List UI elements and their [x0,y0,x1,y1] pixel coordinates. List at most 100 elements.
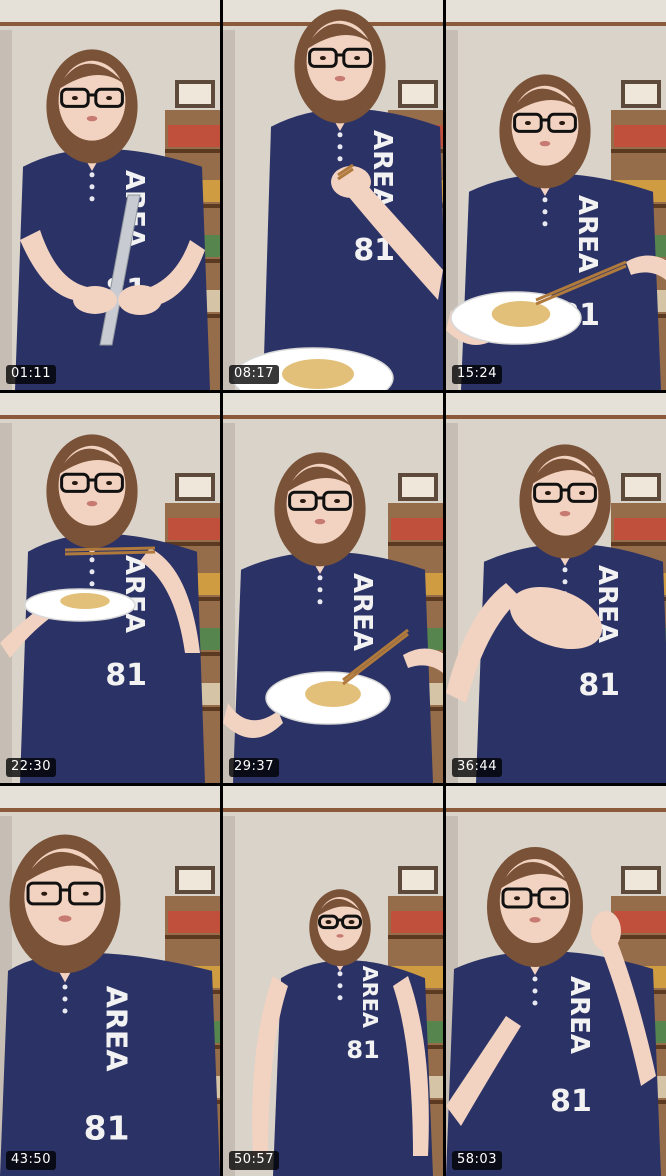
eye [550,896,556,901]
frame-image: AREA81 [223,786,443,1176]
eye [334,499,341,504]
door-frame [0,30,12,390]
shirt-button [317,575,323,581]
eye [71,481,78,486]
mouth [334,75,346,82]
ceiling [223,786,443,808]
mouth [529,917,541,923]
door-frame [223,30,235,390]
shirt-button [317,599,323,605]
eye [41,891,48,896]
shirt-text: AREA [564,976,594,1054]
ceiling-trim [0,22,220,26]
eye [514,896,520,901]
ceiling-trim [446,22,666,26]
shirt-button [562,567,568,573]
ceiling-trim [446,415,666,419]
ceiling [223,393,443,415]
shirt-button [62,1008,68,1014]
noodles [60,593,110,609]
video-frame: AREA8129:37 [223,393,443,783]
video-frame: AREA 81 36:44 [446,393,666,783]
ceiling-trim [223,415,443,419]
shirt-button [89,196,95,202]
timestamp-label: 58:03 [452,1151,502,1170]
shirt-number: 81 [105,658,147,693]
video-frame: AREA 81 08:17 [223,0,443,390]
timestamp-label: 50:57 [229,1151,279,1170]
eye [544,491,551,496]
ceiling [446,786,666,808]
frame-grid: AREA8101:11AREA8108:17AREA8115:24AREA812… [0,0,666,1176]
shirt-text: AREA [119,555,149,633]
shirt-button [89,184,95,190]
mouth [539,140,551,147]
shirt-text: AREA [347,573,377,651]
frame-image: AREA 81 [0,393,220,783]
shirt-button [62,996,68,1002]
eye [354,56,361,61]
mouth [336,934,344,938]
shirt-button [542,197,548,203]
shirt-number: 81 [578,668,620,703]
mouth [314,518,326,525]
ceiling-trim [446,808,666,812]
shirt-button [337,995,343,1001]
eye [82,891,89,896]
mouth [86,115,98,122]
shirt-button [532,988,538,994]
door-frame [223,816,235,1176]
shirt-button [337,144,343,150]
ceiling-trim [0,415,220,419]
frame-image: AREA 81 [446,786,666,1176]
shirt-text: AREA [100,986,134,1072]
ceiling [0,786,220,808]
noodles [305,681,361,707]
shirt-button [89,581,95,587]
ceiling-trim [223,808,443,812]
eye [579,491,586,496]
mouth [559,510,571,517]
mouth [86,500,98,507]
eye [106,481,113,486]
shirt-button [62,984,68,990]
ceiling [0,393,220,415]
video-frame: AREA 81 22:30 [0,393,220,783]
frame-image: AREA81 [446,393,666,783]
shirt [233,551,433,783]
shirt-button [337,971,343,977]
shirt-button [89,569,95,575]
mouth [58,915,72,922]
shirt-button [542,221,548,227]
timestamp-label: 22:30 [6,758,56,777]
frame-image: AREA81 [0,786,220,1176]
timestamp-label: 36:44 [452,758,502,777]
shirt-button [562,579,568,585]
frame-image: AREA81 [446,0,666,390]
shirt-button [337,156,343,162]
eye [106,96,113,101]
frame-image: AREA81 [223,0,443,390]
shirt-button [337,983,343,989]
shirt-text: AREA [358,966,382,1028]
eye [559,121,566,126]
eye [319,56,326,61]
frame-image: AREA81 [223,393,443,783]
eye [325,920,332,925]
timestamp-label: 43:50 [6,1151,56,1170]
shirt-button [532,1000,538,1006]
ceiling [0,0,220,22]
timestamp-label: 01:11 [6,365,56,384]
eye [524,121,531,126]
door-frame [0,423,12,783]
shirt-button [532,976,538,982]
video-frame: AREA 81 43:50 [0,786,220,1176]
timestamp-label: 29:37 [229,758,279,777]
shirt-number: 81 [550,1084,592,1119]
video-frame: AREA8101:11 [0,0,220,390]
ceiling [446,0,666,22]
shirt-button [317,587,323,593]
door-frame [446,423,458,783]
eye [348,920,355,925]
video-frame: AREA 81 58:03 [446,786,666,1176]
